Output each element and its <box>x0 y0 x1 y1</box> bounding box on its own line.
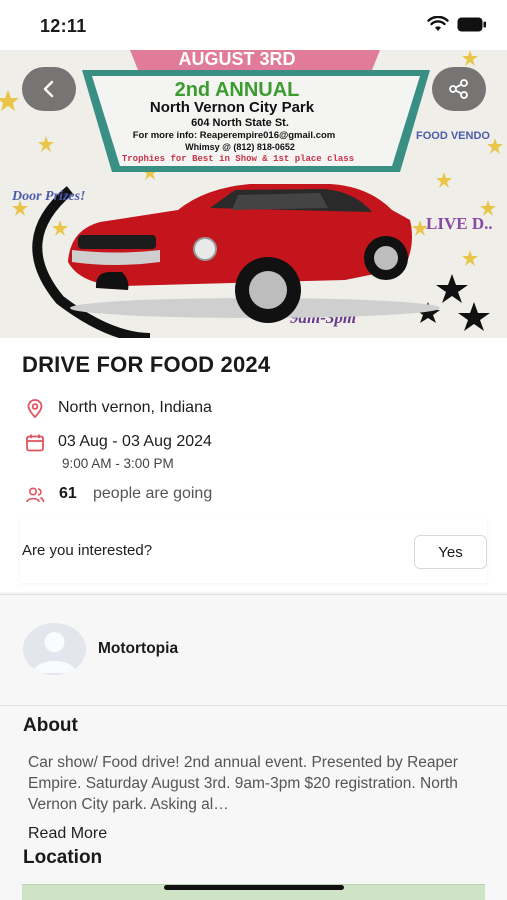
avatar <box>23 623 86 675</box>
poster-edition: 2nd ANNUAL <box>175 79 300 101</box>
event-date-range: 03 Aug - 03 Aug 2024 <box>58 433 212 450</box>
people-icon <box>26 487 45 503</box>
location-pin-icon <box>27 399 43 419</box>
share-icon <box>449 79 468 99</box>
about-heading: About <box>23 715 78 736</box>
about-section: About Car show/ Food drive! 2nd annual e… <box>0 706 507 900</box>
interest-question: Are you interested? <box>22 542 153 559</box>
poster-door-prizes: Door Prizes! <box>11 189 86 204</box>
organizer-name: Motortopia <box>98 640 179 657</box>
avatar-icon <box>33 632 76 673</box>
interest-prompt: Are you interested? Yes <box>20 517 487 583</box>
status-time: 12:11 <box>40 16 87 36</box>
wifi-icon <box>427 16 449 31</box>
going-count: 61 <box>59 485 77 502</box>
event-time-range: 9:00 AM - 3:00 PM <box>62 456 174 471</box>
poster-address: 604 North State St. <box>191 117 289 129</box>
yes-button[interactable]: Yes <box>414 535 487 569</box>
status-icons <box>427 16 487 32</box>
poster-venue: North Vernon City Park <box>150 99 315 116</box>
poster-date-banner: AUGUST 3RD <box>178 50 295 69</box>
poster-trophies: Trophies for Best in Show & 1st place cl… <box>122 154 354 164</box>
share-button[interactable] <box>432 67 486 111</box>
poster-phone: Whimsy @ (812) 818-0652 <box>185 142 295 152</box>
poster-food-vendors: FOOD VENDO <box>416 130 490 142</box>
back-button[interactable] <box>22 67 76 111</box>
poster-live-dj: LIVE D.. <box>426 214 493 233</box>
read-more-link[interactable]: Read More <box>28 825 107 843</box>
event-title: DRIVE FOR FOOD 2024 <box>22 352 271 377</box>
calendar-icon <box>26 434 44 452</box>
going-label: people are going <box>93 485 213 502</box>
location-heading: Location <box>23 847 103 868</box>
home-indicator[interactable] <box>164 885 344 890</box>
back-arrow-icon <box>43 80 54 98</box>
status-bar: 12:11 <box>0 0 507 50</box>
event-location: North vernon, Indiana <box>58 399 212 416</box>
organizer-section[interactable]: Motortopia <box>0 595 507 705</box>
event-details: DRIVE FOR FOOD 2024 North vernon, Indian… <box>0 338 507 592</box>
event-poster-image: AUGUST 3RD 2nd ANNUAL North Vernon City … <box>0 50 507 338</box>
about-text: Car show/ Food drive! 2nd annual event. … <box>28 754 458 813</box>
battery-icon <box>457 17 486 31</box>
poster-info: For more info: Reaperempire016@gmail.com <box>133 130 336 141</box>
